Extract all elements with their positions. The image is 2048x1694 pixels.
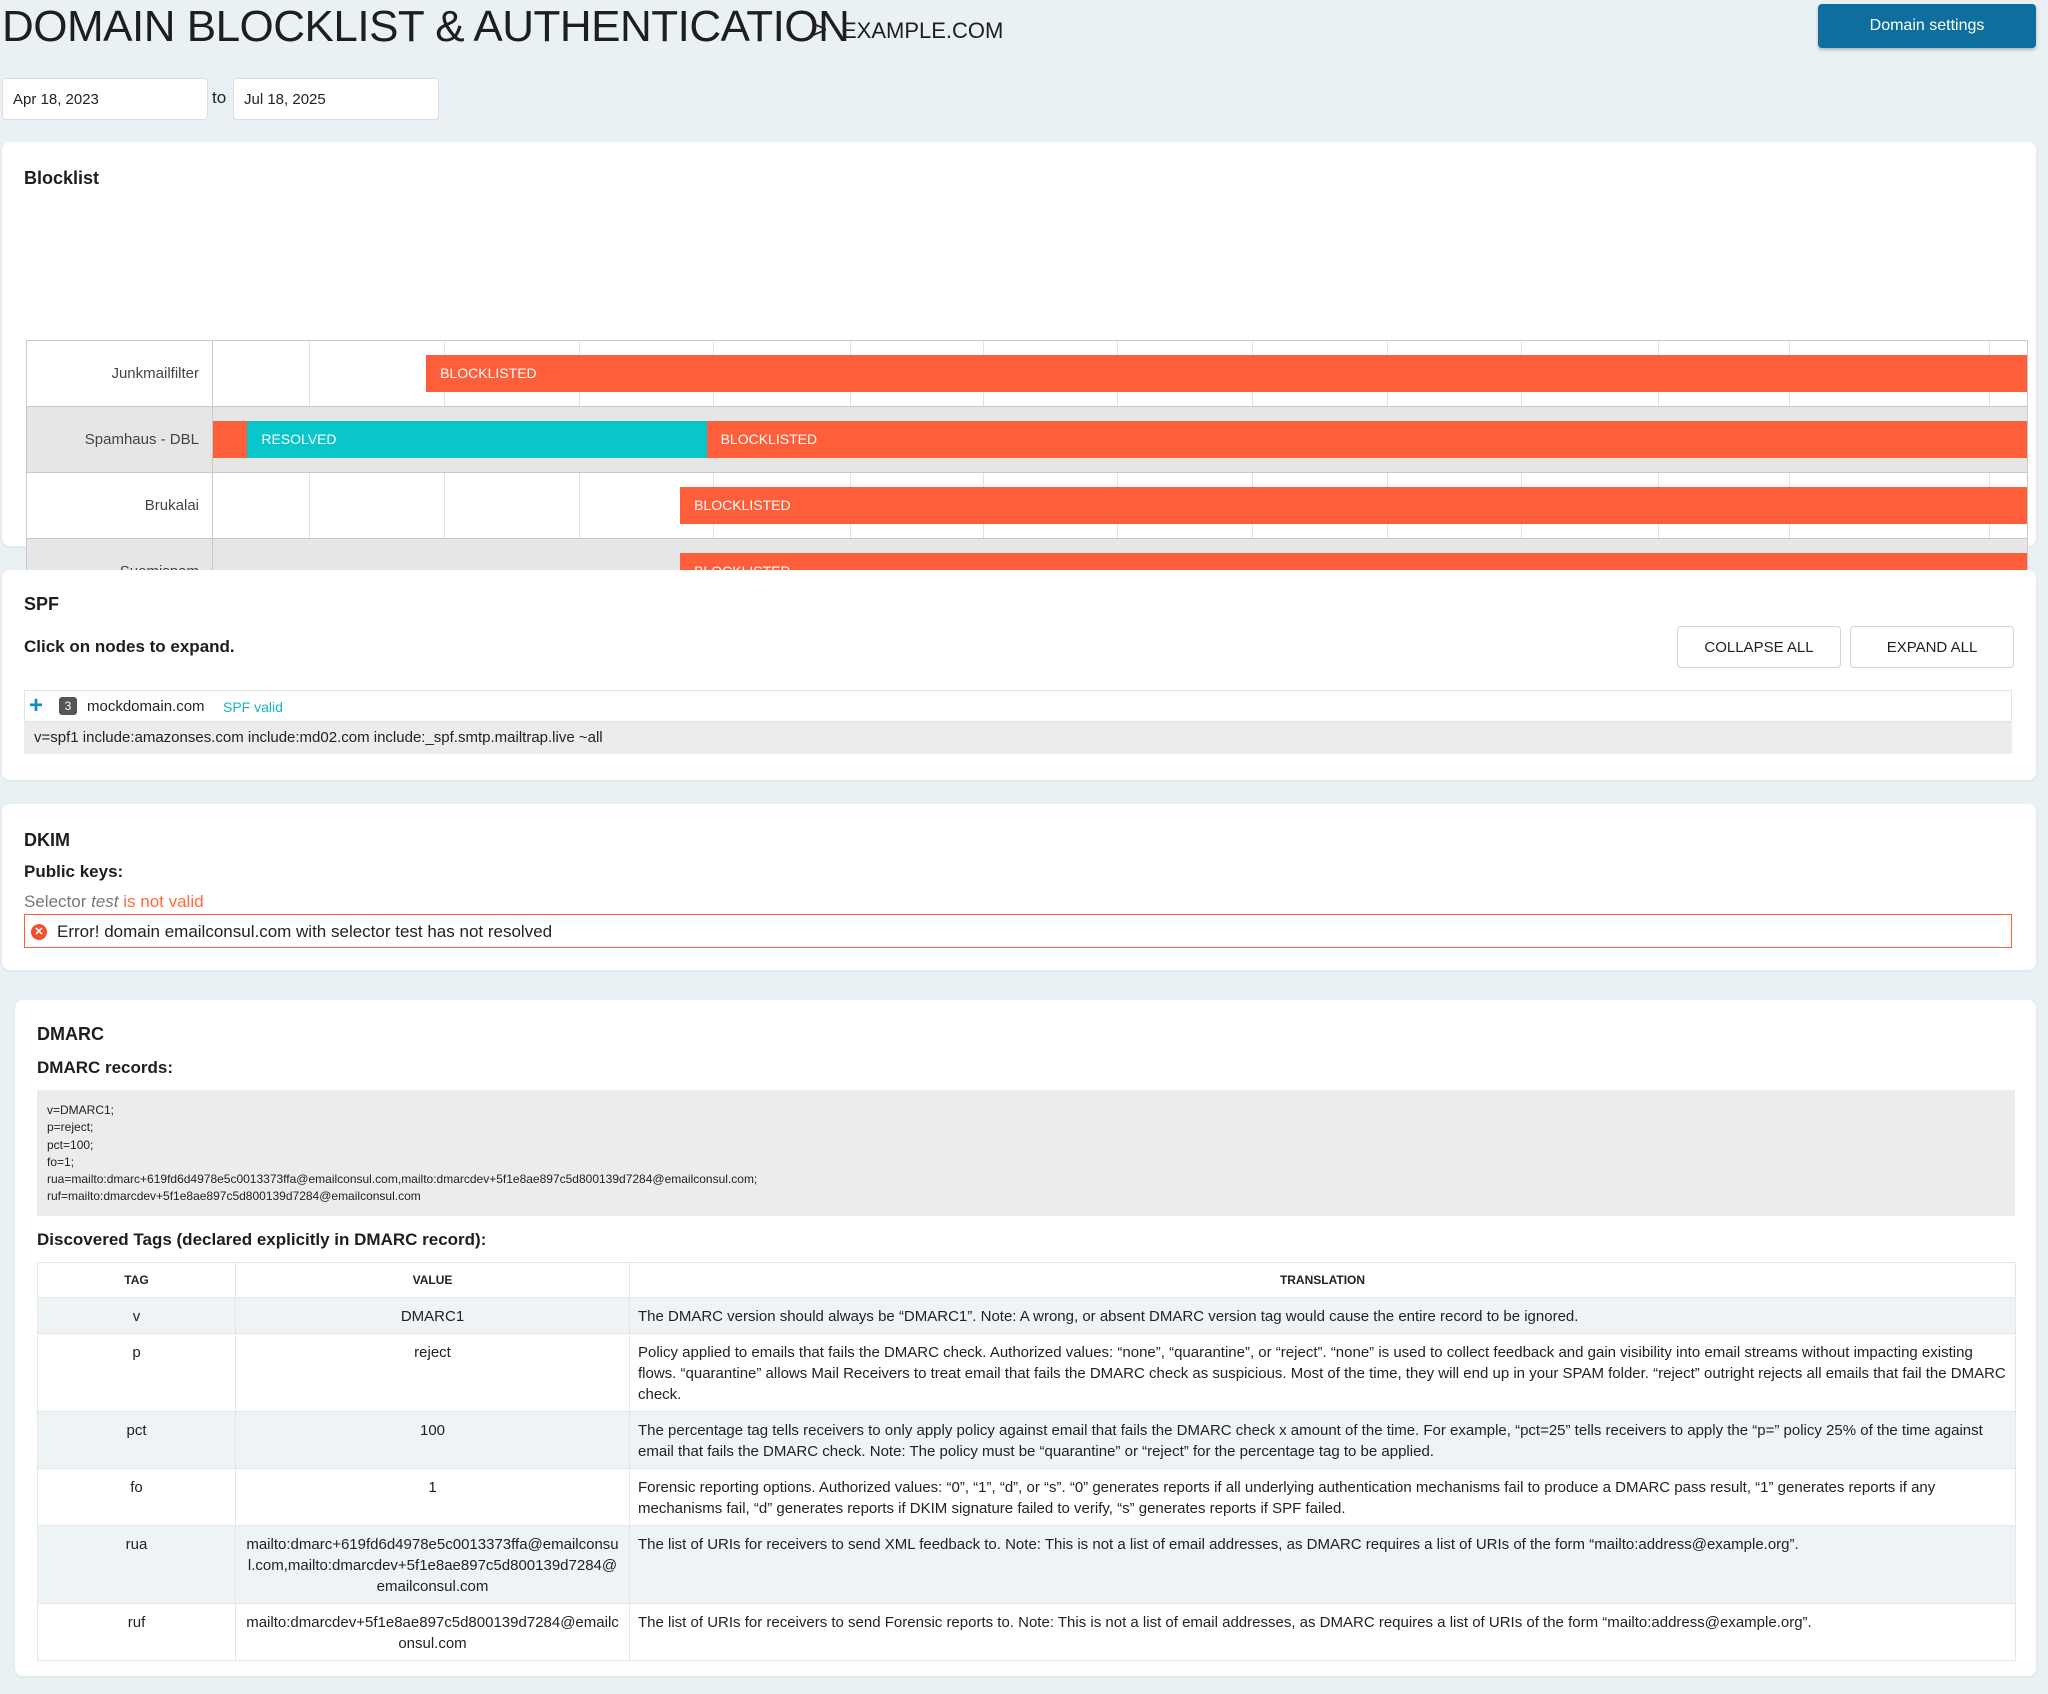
column-header-value: VALUE — [235, 1262, 630, 1298]
plus-icon[interactable]: + — [29, 694, 43, 718]
date-to-input[interactable] — [233, 78, 439, 120]
selector-prefix: Selector — [24, 892, 87, 911]
blocklist-row: Spamhaus - DBL RESOLVED BLOCKLISTED — [27, 407, 2027, 473]
dmarc-value-cell: 100 — [235, 1411, 630, 1469]
dmarc-translation-cell: Forensic reporting options. Authorized v… — [629, 1468, 2016, 1526]
expand-all-button[interactable]: EXPAND ALL — [1850, 626, 2014, 668]
blocklist-provider-name: Brukalai — [144, 497, 199, 514]
dmarc-translation-cell: Policy applied to emails that fails the … — [629, 1333, 2016, 1412]
timeline-bar-blocklisted[interactable]: BLOCKLISTED — [706, 421, 2027, 458]
dmarc-record-line: p=reject; — [47, 1120, 94, 1135]
table-row: p reject Policy applied to emails that fai… — [37, 1333, 2016, 1412]
dmarc-tag-cell: v — [37, 1297, 236, 1334]
dmarc-record-line: ruf=mailto:dmarcdev+5f1e8ae897c5d800139d… — [47, 1189, 421, 1204]
dmarc-value-cell: reject — [235, 1333, 630, 1412]
blocklist-timeline: Junkmailfilter BLOCKLISTED Spamhaus - DBL R… — [26, 340, 2028, 605]
date-from-input[interactable] — [2, 78, 208, 120]
timeline-bar-blocklisted[interactable] — [212, 421, 248, 458]
timeline-bar-blocklisted[interactable]: BLOCKLISTED — [680, 487, 2027, 524]
dkim-error-alert: ✕ Error! domain emailconsul.com with sel… — [24, 914, 2012, 948]
dmarc-record-line: pct=100; — [47, 1137, 94, 1152]
dmarc-tag-cell: pct — [37, 1411, 236, 1469]
blocklist-row: Junkmailfilter BLOCKLISTED — [27, 341, 2027, 407]
table-row: pct 100 The percentage tag tells receivers… — [37, 1411, 2016, 1469]
include-count-badge: 3 — [59, 697, 77, 715]
table-row: ruf mailto:dmarcdev+5f1e8ae897c5d800139d7… — [37, 1603, 2016, 1661]
date-range-separator: to — [212, 88, 227, 107]
selector-name: test — [91, 892, 119, 911]
spf-record: v=spf1 include:amazonses.com include:md0… — [24, 722, 2012, 754]
public-keys-label: Public keys: — [24, 862, 124, 881]
discovered-tags-label: Discovered Tags (declared explicitly in … — [37, 1230, 487, 1249]
page-header: DOMAIN BLOCKLIST & AUTHENTICATION > EXAM… — [0, 0, 2048, 60]
dmarc-tag-cell: rua — [37, 1525, 236, 1604]
domain-settings-button[interactable]: Domain settings — [1818, 4, 2036, 48]
blocklist-provider-name: Junkmailfilter — [111, 365, 199, 382]
table-row: rua mailto:dmarc+619fd6d4978e5c0013373ffa… — [37, 1525, 2016, 1604]
timeline-bar-blocklisted[interactable]: BLOCKLISTED — [426, 355, 2027, 392]
selector-invalid-text: is not valid — [123, 892, 204, 911]
table-header-row: TAG VALUE TRANSLATION — [37, 1262, 2016, 1298]
dmarc-translation-cell: The percentage tag tells receivers to on… — [629, 1411, 2016, 1469]
column-header-translation: TRANSLATION — [629, 1262, 2016, 1298]
dmarc-value-cell: 1 — [235, 1468, 630, 1526]
selector-status-line: Selector test is not valid — [24, 892, 204, 912]
dmarc-translation-cell: The DMARC version should always be “DMAR… — [629, 1297, 2016, 1334]
dmarc-value-cell: DMARC1 — [235, 1297, 630, 1334]
page-title: DOMAIN BLOCKLIST & AUTHENTICATION — [2, 2, 850, 51]
dmarc-translation-cell: The list of URIs for receivers to send X… — [629, 1525, 2016, 1604]
breadcrumb-domain[interactable]: EXAMPLE.COM — [842, 18, 1003, 44]
table-row: v DMARC1 The DMARC version should always b… — [37, 1297, 2016, 1334]
table-row: fo 1 Forensic reporting options. Authorize… — [37, 1468, 2016, 1526]
column-header-tag: TAG — [37, 1262, 236, 1298]
dkim-error-message: Error! domain emailconsul.com with selec… — [57, 922, 553, 941]
blocklist-provider-name: Spamhaus - DBL — [84, 431, 199, 448]
dmarc-tag-cell: p — [37, 1333, 236, 1412]
dmarc-translation-cell: The list of URIs for receivers to send F… — [629, 1603, 2016, 1661]
timeline-label-divider — [212, 341, 213, 605]
dmarc-tag-cell: fo — [37, 1468, 236, 1526]
dmarc-title: DMARC — [37, 1024, 104, 1044]
spf-status: SPF valid — [223, 699, 283, 715]
dmarc-value-cell: mailto:dmarcdev+5f1e8ae897c5d800139d7284… — [235, 1603, 630, 1661]
collapse-all-button[interactable]: COLLAPSE ALL — [1677, 626, 1841, 668]
timeline-bar-resolved[interactable]: RESOLVED — [247, 421, 707, 458]
blocklist-title: Blocklist — [24, 168, 100, 188]
chevron-right-icon: > — [812, 14, 828, 44]
spf-title: SPF — [24, 594, 60, 614]
dmarc-value-cell: mailto:dmarc+619fd6d4978e5c0013373ffa@em… — [235, 1525, 630, 1604]
dmarc-records-label: DMARC records: — [37, 1058, 174, 1077]
dmarc-record-line: fo=1; — [47, 1154, 75, 1169]
dmarc-records-block: v=DMARC1; p=reject; pct=100; fo=1; rua=mailt… — [37, 1090, 2015, 1216]
dmarc-record-line: rua=mailto:dmarc+619fd6d4978e5c0013373ff… — [47, 1172, 758, 1187]
spf-hint: Click on nodes to expand. — [24, 637, 235, 656]
error-circle-icon: ✕ — [31, 924, 47, 940]
blocklist-card: Blocklist Junkmailfilter BLOCKLISTED Spamh… — [2, 142, 2036, 651]
blocklist-row: Brukalai BLOCKLISTED — [27, 473, 2027, 539]
dmarc-record-line: v=DMARC1; — [47, 1103, 115, 1117]
spf-tree-node[interactable]: + 3 mockdomain.com SPF valid — [24, 690, 2012, 722]
dmarc-tag-cell: ruf — [37, 1603, 236, 1661]
dkim-title: DKIM — [24, 830, 70, 850]
dmarc-tags-table: TAG VALUE TRANSLATION v DMARC1 The DMARC v… — [37, 1262, 2016, 1661]
spf-node-domain: mockdomain.com — [87, 698, 205, 715]
